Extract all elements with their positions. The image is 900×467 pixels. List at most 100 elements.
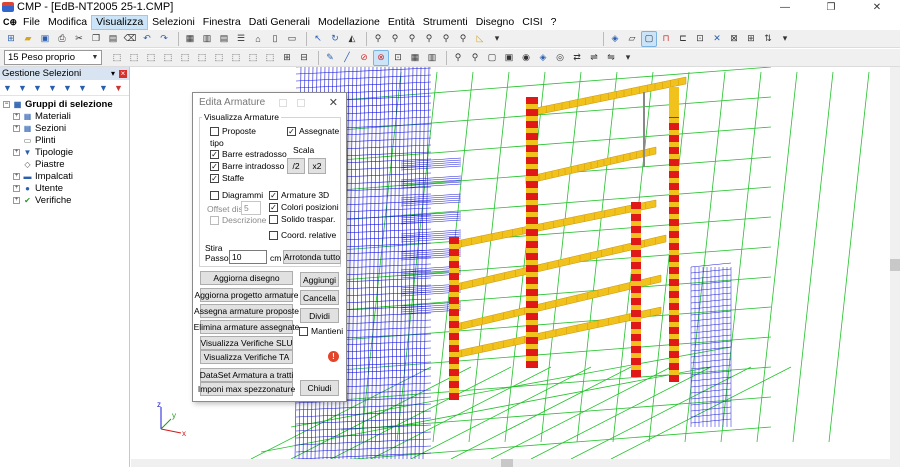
scala-half-button[interactable]: /2 bbox=[287, 158, 305, 174]
close-button[interactable]: ✕ bbox=[854, 0, 900, 14]
menu-selezioni[interactable]: Selezioni bbox=[148, 15, 199, 30]
extents-icon[interactable]: ⊞ bbox=[744, 32, 758, 46]
paste-icon[interactable]: ▤ bbox=[106, 32, 120, 46]
assegna-proposte-button[interactable]: Assegna armature proposte bbox=[194, 304, 299, 318]
tree-item-plinti[interactable]: ▭ Plinti bbox=[3, 134, 129, 146]
render-icon[interactable]: ◉ bbox=[519, 51, 533, 65]
descrizione-checkbox[interactable] bbox=[210, 216, 219, 225]
coord-relative-checkbox[interactable] bbox=[269, 231, 278, 240]
expand-icon[interactable]: + bbox=[13, 124, 20, 132]
view-front-icon[interactable]: ▢ bbox=[641, 30, 657, 47]
scroll-thumb[interactable] bbox=[890, 259, 900, 271]
hierarchy-icon[interactable]: ⊞ bbox=[4, 32, 18, 46]
list-icon[interactable]: ☰ bbox=[234, 32, 248, 46]
slab-icon[interactable]: ▦ bbox=[408, 51, 422, 65]
chiudi-button[interactable]: Chiudi bbox=[300, 380, 339, 396]
view-top-icon[interactable]: ⊏ bbox=[676, 32, 690, 46]
layer-icon[interactable]: ⬚ bbox=[263, 51, 277, 65]
rotate-icon[interactable]: ↻ bbox=[328, 32, 342, 46]
edit-rebar-icon[interactable]: ⊗ bbox=[373, 49, 389, 66]
menu-file[interactable]: File bbox=[19, 15, 44, 30]
verifiche-ta-button[interactable]: Visualizza Verifiche TA bbox=[200, 350, 293, 364]
table-icon[interactable]: ▦ bbox=[183, 32, 197, 46]
colori-posizioni-checkbox[interactable]: ✓ bbox=[269, 203, 278, 212]
tree-item-utente[interactable]: + ● Utente bbox=[3, 182, 129, 194]
expand-icon[interactable]: + bbox=[13, 148, 20, 156]
axes-icon[interactable]: ✕ bbox=[710, 32, 724, 46]
print-icon[interactable]: ⎙ bbox=[55, 32, 69, 46]
cut-icon[interactable]: ✂ bbox=[72, 32, 86, 46]
more-dropdown-icon[interactable]: ▾ bbox=[490, 32, 504, 46]
aggiungi-button[interactable]: Aggiungi bbox=[300, 272, 339, 287]
staffe-checkbox[interactable]: ✓ bbox=[210, 174, 219, 183]
filter-add-icon[interactable]: ▼ bbox=[99, 83, 109, 93]
mantieni-checkbox[interactable] bbox=[299, 327, 308, 336]
view-3d-icon[interactable]: ◈ bbox=[608, 32, 622, 46]
zoom-in-icon[interactable]: ⚲ bbox=[405, 32, 419, 46]
dividi-button[interactable]: Dividi bbox=[300, 308, 339, 323]
link-icon[interactable]: ⇌ bbox=[587, 51, 601, 65]
scala-double-button[interactable]: x2 bbox=[308, 158, 326, 174]
menu-visualizza[interactable]: Visualizza bbox=[91, 14, 149, 30]
tree-item-impalcati[interactable]: + ▬ Impalcati bbox=[3, 170, 129, 182]
filter-add-icon[interactable]: ▼ bbox=[48, 83, 58, 93]
tree-item-piastre[interactable]: ◇ Piastre bbox=[3, 158, 129, 170]
grid-view-icon[interactable]: ⊞ bbox=[280, 51, 294, 65]
pin-icon[interactable]: ▾ bbox=[109, 69, 117, 78]
inspect-icon[interactable]: ⚲ bbox=[451, 51, 465, 65]
select-icon[interactable]: ⬚ bbox=[110, 51, 124, 65]
scroll-thumb[interactable] bbox=[501, 459, 513, 467]
shade-icon[interactable]: ◈ bbox=[536, 51, 550, 65]
fit-icon[interactable]: ⊠ bbox=[727, 32, 741, 46]
eraser-icon[interactable]: ⌫ bbox=[123, 32, 137, 46]
sheet-icon[interactable]: ▤ bbox=[217, 32, 231, 46]
filter-add-icon[interactable]: ▼ bbox=[78, 83, 88, 93]
expand-icon[interactable]: + bbox=[13, 196, 20, 204]
armature-3d-checkbox[interactable]: ✓ bbox=[269, 191, 278, 200]
menu-strumenti[interactable]: Strumenti bbox=[419, 15, 472, 30]
assegnate-checkbox[interactable]: ✓ bbox=[287, 127, 296, 136]
page-icon[interactable]: ▯ bbox=[268, 32, 282, 46]
grid-icon[interactable]: ▥ bbox=[200, 32, 214, 46]
offset-input[interactable]: 5 bbox=[241, 201, 261, 215]
dataset-tratti-button[interactable]: DataSet Armatura a tratti bbox=[200, 368, 293, 382]
tree-item-tipologie[interactable]: + ▼ Tipologie bbox=[3, 146, 129, 158]
vertical-scrollbar[interactable] bbox=[890, 67, 900, 467]
menu-finestra[interactable]: Finestra bbox=[199, 15, 245, 30]
undo-icon[interactable]: ↶ bbox=[140, 32, 154, 46]
save-icon[interactable]: ▣ bbox=[38, 32, 52, 46]
pencil-icon[interactable]: ✎ bbox=[323, 51, 337, 65]
menu-cisi[interactable]: CISI bbox=[518, 15, 546, 30]
zoom-icon[interactable]: ⚲ bbox=[371, 32, 385, 46]
report-icon[interactable]: ▭ bbox=[285, 32, 299, 46]
filter-remove-icon[interactable]: ▼ bbox=[114, 83, 124, 93]
beam-icon[interactable]: ╱ bbox=[340, 51, 354, 65]
zoom-out-icon[interactable]: ⚲ bbox=[422, 32, 436, 46]
aggiorna-disegno-button[interactable]: Aggiorna disegno bbox=[200, 271, 293, 285]
minimize-button[interactable]: — bbox=[762, 0, 808, 14]
filter-add-icon[interactable]: ▼ bbox=[33, 83, 43, 93]
solido-traspar-checkbox[interactable] bbox=[269, 215, 278, 224]
elimina-assegnate-button[interactable]: Elimina armature assegnate bbox=[194, 320, 299, 334]
diagrammi-checkbox[interactable] bbox=[210, 191, 219, 200]
horizontal-scrollbar[interactable] bbox=[131, 459, 890, 467]
menu-help[interactable]: ? bbox=[547, 15, 561, 30]
pointer-icon[interactable]: ↖ bbox=[311, 32, 325, 46]
open-folder-icon[interactable]: ▰ bbox=[21, 32, 35, 46]
deselect-icon[interactable]: ⬚ bbox=[161, 51, 175, 65]
perspective-icon[interactable]: ◭ bbox=[345, 32, 359, 46]
mirror-icon[interactable]: ⇋ bbox=[604, 51, 618, 65]
wall-icon[interactable]: ▥ bbox=[425, 51, 439, 65]
view-side-icon[interactable]: ⊓ bbox=[659, 32, 673, 46]
tree-root[interactable]: − ▦ Gruppi di selezione bbox=[3, 98, 129, 110]
redo-icon[interactable]: ↷ bbox=[157, 32, 171, 46]
cancella-button[interactable]: Cancella bbox=[300, 290, 339, 305]
sort-icon[interactable]: ⇅ bbox=[761, 32, 775, 46]
menu-entita[interactable]: Entità bbox=[384, 15, 419, 30]
app-menu-icon[interactable]: C⊕ bbox=[3, 17, 17, 28]
menu-dati-generali[interactable]: Dati Generali bbox=[245, 15, 314, 30]
collapse-icon[interactable]: − bbox=[3, 100, 10, 108]
menu-disegno[interactable]: Disegno bbox=[472, 15, 519, 30]
menu-modellazione[interactable]: Modellazione bbox=[314, 15, 384, 30]
expand-icon[interactable]: + bbox=[13, 184, 20, 192]
